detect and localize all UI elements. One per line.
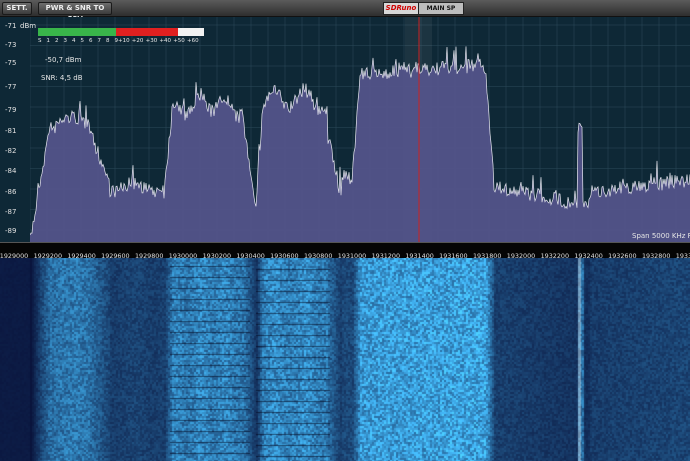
s-meter-scale: S 1 2 3 4 5 6 7 8 9 +10 +20 +30 +40 +50 +60 (36, 38, 206, 46)
y-axis-label: -75 (5, 59, 17, 67)
spectrum-display[interactable]: -71 -73 -75 -77 -79 -81 -82 -84 -86 -87 … (0, 17, 690, 242)
s-meter-scale-label: +40 (159, 38, 171, 44)
s-meter-scale-label: +30 (145, 38, 158, 44)
spectrum-plot[interactable] (30, 17, 690, 242)
dbm-unit-label: dBm (20, 22, 37, 30)
s-meter-scale-label: 7 (97, 38, 102, 44)
y-axis-label: -89 (5, 227, 17, 235)
s-meter-scale-label: +10 (118, 38, 130, 44)
y-axis-label: -73 (5, 41, 17, 49)
power-readout: -50,7 dBm (45, 56, 82, 64)
s-meter-bar (38, 28, 204, 36)
settings-button[interactable]: SETT. (2, 2, 32, 15)
y-axis-label: -82 (5, 147, 17, 155)
s-meter-scale-label: S (38, 38, 42, 44)
y-axis-label: -77 (5, 83, 17, 91)
y-axis-label: -79 (5, 106, 17, 114)
s-meter-scale-label: +20 (131, 38, 144, 44)
span-readout: Span 5000 KHz F (632, 232, 690, 240)
s-meter-scale-label: 4 (72, 38, 76, 44)
s-meter-scale-label: 2 (55, 38, 59, 44)
y-axis-label: -86 (5, 188, 17, 196)
s-meter-scale-label: +50 (173, 38, 185, 44)
s-meter-scale-label: 6 (89, 38, 93, 44)
s-meter-scale-label: 8 (106, 38, 110, 44)
sdruno-logo: SDRuno (383, 2, 419, 15)
s-meter-scale-label: 5 (80, 38, 85, 44)
s-meter-scale-label: 3 (63, 38, 68, 44)
main-sp-label: MAIN SP (418, 2, 464, 15)
y-axis-label: -81 (5, 127, 17, 135)
top-toolbar: SETT. PWR & SNR TO CSV SDRuno MAIN SP (0, 0, 690, 23)
pwr-snr-to-csv-button[interactable]: PWR & SNR TO CSV (38, 2, 112, 23)
y-axis-label: -87 (5, 208, 17, 216)
snr-readout: SNR: 4,5 dB (41, 74, 83, 82)
y-axis-label: -84 (5, 167, 17, 175)
s-meter-empty-segment (178, 28, 204, 36)
frequency-axis[interactable]: 1929000 1929200 1929400 1929600 1929800 19300… (0, 242, 690, 260)
s-meter-scale-label: +60 (187, 38, 199, 44)
waterfall-display[interactable] (0, 258, 690, 461)
s-meter-green-segment (38, 28, 116, 36)
y-axis-label: -71 (5, 22, 17, 30)
y-axis: -71 -73 -75 -77 -79 -81 -82 -84 -86 -87 … (0, 17, 30, 242)
s-meter-red-segment (116, 28, 178, 36)
s-meter-scale-label: 1 (46, 38, 51, 44)
